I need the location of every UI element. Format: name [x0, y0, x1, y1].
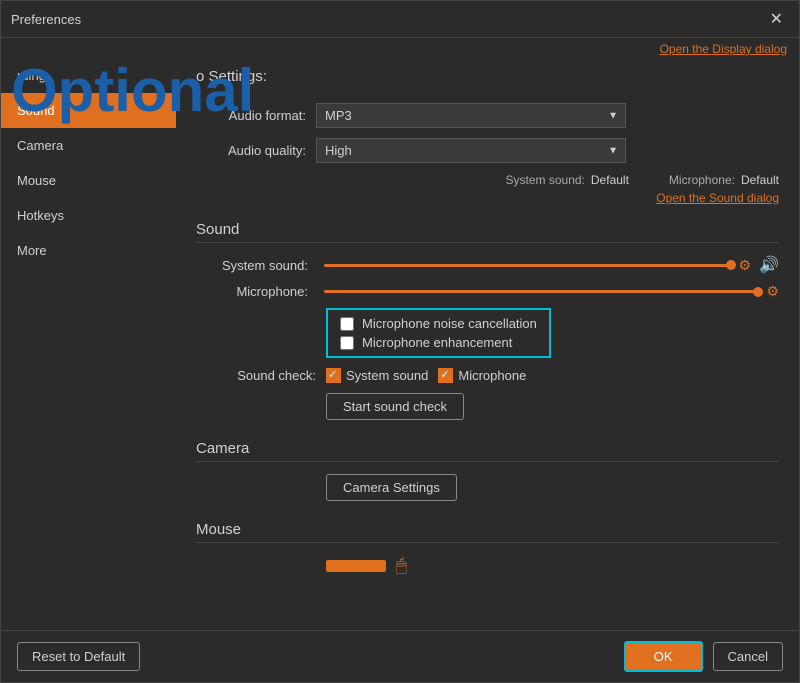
reset-to-default-button[interactable]: Reset to Default: [17, 642, 140, 671]
dialog-title: Preferences: [11, 12, 81, 27]
mouse-bar: [326, 560, 386, 572]
audio-quality-select[interactable]: Low Medium High Very High: [316, 138, 626, 163]
system-sound-check-icon[interactable]: [326, 368, 341, 383]
sidebar-item-more[interactable]: More: [1, 233, 176, 268]
microphone-slider-row: Microphone: ⚙: [196, 283, 779, 300]
microphone-gear-icon[interactable]: ⚙: [766, 283, 779, 300]
mouse-section-title: Mouse: [196, 521, 779, 543]
system-sound-status-value: Default: [591, 173, 629, 187]
microphone-check-item: Microphone: [438, 368, 526, 383]
system-sound-status: System sound: Default: [506, 173, 629, 187]
audio-format-label: Audio format:: [196, 108, 316, 123]
sidebar-item-camera[interactable]: Camera: [1, 128, 176, 163]
microphone-check-icon[interactable]: [438, 368, 453, 383]
mouse-section: Mouse 🖱: [196, 521, 779, 576]
system-sound-status-label: System sound:: [506, 173, 585, 187]
system-sound-gear-icon[interactable]: ⚙: [739, 257, 752, 274]
enhancement-label: Microphone enhancement: [362, 335, 512, 350]
audio-format-select[interactable]: MP3 WAV OGG: [316, 103, 626, 128]
right-panel: o Settings: Audio format: MP3 WAV OGG Au…: [176, 58, 799, 630]
noise-cancellation-row: Microphone noise cancellation: [340, 316, 537, 331]
footer: Reset to Default OK Cancel: [1, 630, 799, 682]
microphone-options-area: Microphone noise cancellation Microphone…: [326, 308, 551, 358]
sidebar-item-mouse[interactable]: Mouse: [1, 163, 176, 198]
camera-section-title: Camera: [196, 440, 779, 462]
sound-section: Sound System sound: ⚙ 🔊 Microphone:: [196, 221, 779, 420]
camera-section: Camera Camera Settings: [196, 440, 779, 501]
microphone-status-value: Default: [741, 173, 779, 187]
system-sound-slider-row: System sound: ⚙ 🔊: [196, 255, 779, 275]
microphone-slider-label: Microphone:: [196, 284, 316, 299]
preferences-dialog: Preferences ✕ Open the Display dialog Op…: [0, 0, 800, 683]
system-sound-check-item: System sound: [326, 368, 428, 383]
system-sound-check-label: System sound: [346, 368, 428, 383]
main-content: rding Sound Camera Mouse Hotkeys More o …: [1, 58, 799, 630]
audio-quality-label: Audio quality:: [196, 143, 316, 158]
open-display-link[interactable]: Open the Display dialog: [1, 38, 799, 58]
noise-cancellation-label: Microphone noise cancellation: [362, 316, 537, 331]
microphone-thumb[interactable]: [753, 287, 763, 297]
mouse-icon: 🖱: [396, 555, 407, 576]
noise-cancellation-checkbox[interactable]: [340, 317, 354, 331]
microphone-status-label: Microphone:: [669, 173, 735, 187]
sidebar-item-hotkeys[interactable]: Hotkeys: [1, 198, 176, 233]
ok-button[interactable]: OK: [624, 641, 703, 672]
start-sound-check-button[interactable]: Start sound check: [326, 393, 464, 420]
mouse-row: 🖱: [196, 555, 779, 576]
sound-section-title: Sound: [196, 221, 779, 243]
audio-format-select-wrapper: MP3 WAV OGG: [316, 103, 626, 128]
open-sound-link[interactable]: Open the Sound dialog: [196, 191, 779, 205]
close-button[interactable]: ✕: [764, 7, 789, 31]
system-sound-slider-label: System sound:: [196, 258, 316, 273]
enhancement-row: Microphone enhancement: [340, 335, 537, 350]
audio-quality-select-wrapper: Low Medium High Very High: [316, 138, 626, 163]
start-sound-check-wrapper: Start sound check: [326, 393, 779, 420]
footer-right: OK Cancel: [624, 641, 783, 672]
microphone-track[interactable]: [324, 290, 758, 293]
camera-settings-button[interactable]: Camera Settings: [326, 474, 457, 501]
sound-check-label: Sound check:: [196, 368, 316, 383]
system-sound-track[interactable]: [324, 264, 731, 267]
sidebar: rding Sound Camera Mouse Hotkeys More: [1, 58, 176, 630]
title-bar: Preferences ✕: [1, 1, 799, 38]
enhancement-checkbox[interactable]: [340, 336, 354, 350]
system-sound-thumb[interactable]: [726, 260, 736, 270]
status-line: System sound: Default Microphone: Defaul…: [196, 173, 779, 187]
microphone-check-label: Microphone: [458, 368, 526, 383]
cancel-button[interactable]: Cancel: [713, 642, 783, 671]
system-sound-speaker-icon[interactable]: 🔊: [759, 255, 779, 275]
audio-quality-row: Audio quality: Low Medium High Very High: [196, 138, 779, 163]
microphone-status: Microphone: Default: [669, 173, 779, 187]
section-heading: o Settings:: [196, 68, 779, 89]
sidebar-item-sound[interactable]: Sound: [1, 93, 176, 128]
sound-check-row: Sound check: System sound Microphone: [196, 368, 779, 383]
audio-format-row: Audio format: MP3 WAV OGG: [196, 103, 779, 128]
sidebar-item-recording[interactable]: rding: [1, 58, 176, 93]
